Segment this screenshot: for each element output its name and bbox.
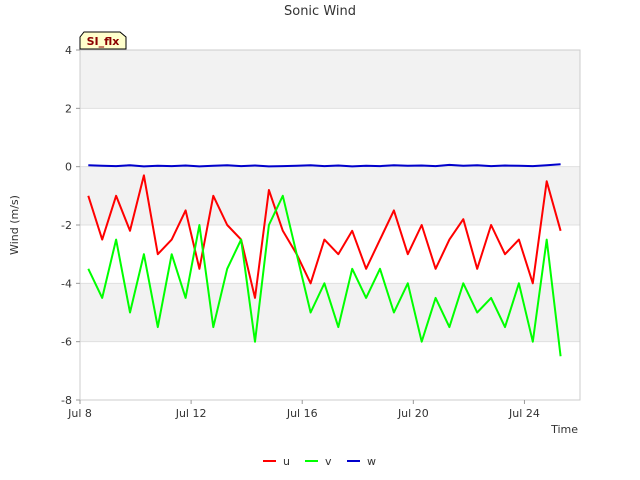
y-axis-label: Wind (m/s) xyxy=(8,195,21,255)
grid-band xyxy=(80,108,580,167)
y-tick-label: -8 xyxy=(61,394,72,407)
legend-label-u: u xyxy=(283,455,290,468)
grid-band xyxy=(80,341,580,400)
grid-band xyxy=(80,166,580,225)
y-tick-label: -2 xyxy=(61,219,72,232)
y-tick-labels: 4 2 0 -2 -4 -6 -8 xyxy=(61,44,80,407)
y-tick-label: -6 xyxy=(61,336,72,349)
y-tick-label: -4 xyxy=(61,277,72,290)
legend-label-v: v xyxy=(325,455,332,468)
y-tick-label: 0 xyxy=(65,161,72,174)
legend-label-w: w xyxy=(367,455,376,468)
station-badge: SI_flx xyxy=(79,31,127,50)
x-tick-label: Jul 8 xyxy=(67,407,92,420)
x-tick-label: Jul 12 xyxy=(175,407,207,420)
station-badge-label: SI_flx xyxy=(87,35,120,48)
chart: Sonic Wind 4 2 0 -2 -4 -6 -8 Jul 8 Jul 12 Jul 16… xyxy=(8,4,581,468)
x-tick-labels: Jul 8 Jul 12 Jul 16 Jul 20 Jul 24 xyxy=(67,400,540,420)
x-axis-label: Time xyxy=(550,423,578,436)
x-tick-label: Jul 16 xyxy=(286,407,318,420)
grid-band xyxy=(80,50,580,109)
legend: u v w xyxy=(263,455,376,468)
x-tick-label: Jul 24 xyxy=(508,407,540,420)
y-tick-label: 4 xyxy=(65,44,72,57)
chart-title: Sonic Wind xyxy=(284,4,356,19)
x-tick-label: Jul 20 xyxy=(397,407,429,420)
y-tick-label: 2 xyxy=(65,102,72,115)
